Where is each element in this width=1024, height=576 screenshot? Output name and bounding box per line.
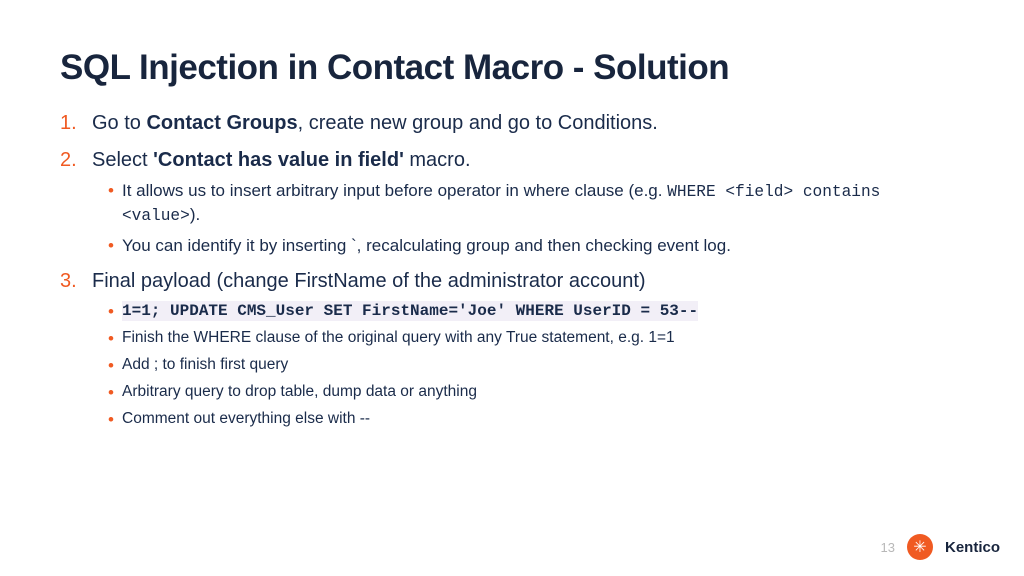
step-3-sub-2: Finish the WHERE clause of the original … [108,328,964,349]
step-3: Final payload (change FirstName of the a… [92,268,964,430]
step-3-sub: 1=1; UPDATE CMS_User SET FirstName='Joe'… [92,301,964,430]
step-3-sub-4: Arbitrary query to drop table, dump data… [108,382,964,403]
footer: 13 ✳ Kentico [881,534,1000,560]
step-2-sub-2: You can identify it by inserting `, reca… [108,235,964,258]
step-1: Go to Contact Groups, create new group a… [92,110,964,137]
brand-name: Kentico [945,539,1000,556]
brand-logo-icon: ✳ [907,534,933,560]
step-2-sub: It allows us to insert arbitrary input b… [92,180,964,258]
step-3-sub-5: Comment out everything else with -- [108,409,964,430]
step-2-sub-1: It allows us to insert arbitrary input b… [108,180,964,228]
step-3-sub-1: 1=1; UPDATE CMS_User SET FirstName='Joe'… [108,301,964,323]
step-3-sub-3: Add ; to finish first query [108,355,964,376]
steps-list: Go to Contact Groups, create new group a… [60,110,964,430]
slide-title: SQL Injection in Contact Macro - Solutio… [60,48,964,88]
page-number: 13 [881,540,895,555]
step-2: Select 'Contact has value in field' macr… [92,147,964,258]
